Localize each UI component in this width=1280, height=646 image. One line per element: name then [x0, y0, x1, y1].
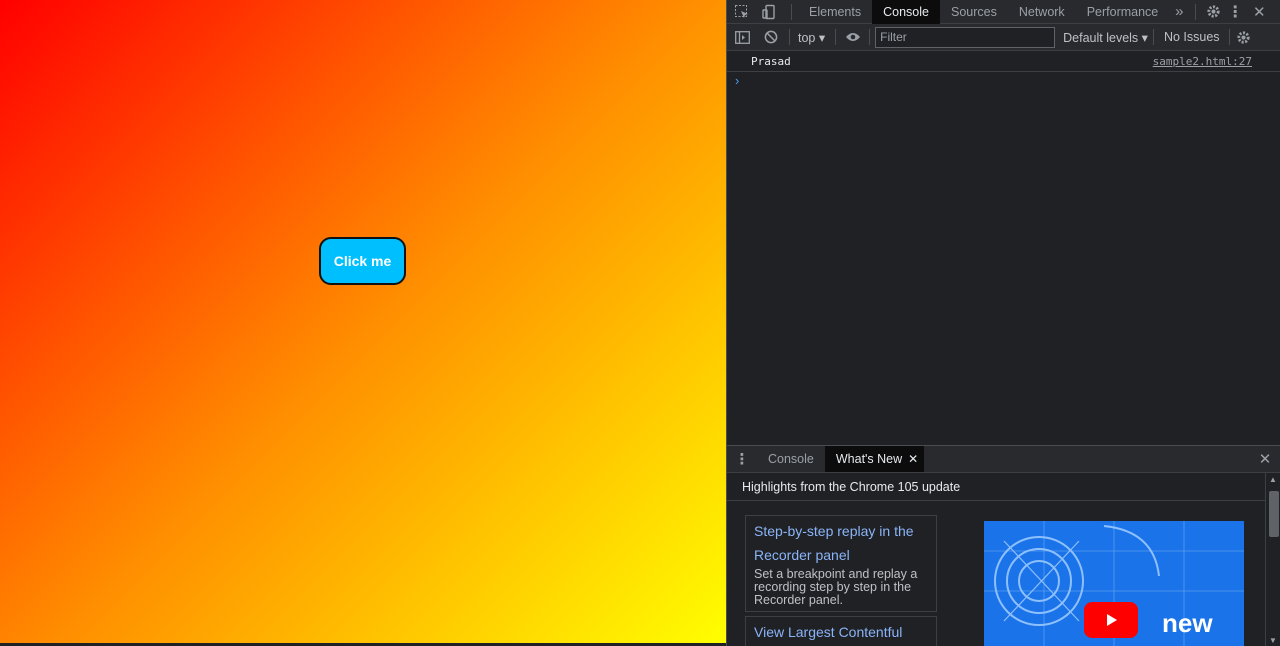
- page-viewport: Click me: [0, 0, 726, 646]
- kebab-menu-icon[interactable]: ⋮: [1224, 0, 1246, 24]
- feature-card[interactable]: View Largest Contentful: [745, 616, 937, 646]
- drawer-tab-bar: ⋮ Console What's New ✕ ✕: [727, 446, 1280, 473]
- filter-input[interactable]: [875, 26, 1056, 48]
- tab-sources[interactable]: Sources: [940, 0, 1008, 24]
- context-selector[interactable]: top ▾: [794, 30, 829, 45]
- scroll-up-arrow-icon[interactable]: ▲: [1269, 475, 1277, 484]
- whats-new-content: Step-by-step replay in the Recorder pane…: [727, 501, 1265, 646]
- close-devtools-icon[interactable]: ✕: [1246, 0, 1272, 24]
- drawer-scrollbar[interactable]: ▲ ▼: [1265, 473, 1280, 646]
- video-new-label: new: [1162, 608, 1213, 638]
- scroll-down-arrow-icon[interactable]: ▼: [1269, 636, 1277, 645]
- inspect-element-icon[interactable]: [727, 0, 757, 24]
- tab-elements[interactable]: Elements: [798, 0, 872, 24]
- click-me-button[interactable]: Click me: [319, 237, 406, 285]
- feature-card[interactable]: Step-by-step replay in the Recorder pane…: [745, 515, 937, 612]
- close-tab-icon[interactable]: ✕: [908, 452, 918, 466]
- device-toggle-icon[interactable]: [757, 0, 781, 24]
- devtools-panel: Elements Console Sources Network Perform…: [726, 0, 1280, 646]
- drawer-menu-icon[interactable]: ⋮: [727, 446, 757, 472]
- more-tabs-icon[interactable]: »: [1169, 0, 1189, 24]
- feature-card-description: Set a breakpoint and replay a recording …: [754, 567, 918, 607]
- feature-card-title[interactable]: Step-by-step replay in the Recorder pane…: [754, 519, 928, 567]
- clear-console-icon[interactable]: [757, 24, 785, 50]
- tab-performance[interactable]: Performance: [1076, 0, 1170, 24]
- toolbar-separator: [791, 3, 792, 20]
- console-log-line: Prasad sample2.html:27: [727, 51, 1280, 72]
- issues-button[interactable]: No Issues: [1159, 30, 1225, 44]
- toolbar-separator: [869, 29, 871, 45]
- youtube-play-icon[interactable]: [1084, 602, 1138, 638]
- log-levels-dropdown[interactable]: Default levels ▾: [1063, 30, 1148, 45]
- console-output[interactable]: Prasad sample2.html:27 ›: [727, 51, 1280, 445]
- tab-console[interactable]: Console: [872, 0, 940, 24]
- video-thumbnail[interactable]: new: [984, 521, 1244, 646]
- console-prompt[interactable]: ›: [735, 73, 739, 88]
- toolbar-separator: [1195, 3, 1197, 20]
- toolbar-separator: [1228, 29, 1230, 45]
- settings-gear-icon[interactable]: [1202, 0, 1224, 24]
- tab-network[interactable]: Network: [1008, 0, 1076, 24]
- close-drawer-icon[interactable]: ✕: [1249, 446, 1280, 472]
- console-toolbar: top ▾ Default levels ▾ No Issues: [727, 24, 1280, 51]
- scrollbar-thumb[interactable]: [1269, 491, 1279, 537]
- live-expression-eye-icon[interactable]: [842, 24, 864, 50]
- console-settings-gear-icon[interactable]: [1234, 24, 1254, 50]
- log-source-link[interactable]: sample2.html:27: [1153, 55, 1252, 68]
- log-message: Prasad: [751, 55, 791, 68]
- devtools-drawer: ⋮ Console What's New ✕ ✕ Highlights from…: [727, 445, 1280, 646]
- drawer-tab-console[interactable]: Console: [757, 446, 825, 472]
- devtools-main-toolbar: Elements Console Sources Network Perform…: [727, 0, 1280, 24]
- toolbar-separator: [835, 29, 837, 45]
- feature-card-title[interactable]: View Largest Contentful: [754, 620, 928, 644]
- toolbar-separator: [789, 29, 790, 45]
- whats-new-header: Highlights from the Chrome 105 update: [727, 473, 1265, 501]
- drawer-tab-whats-new[interactable]: What's New ✕: [824, 446, 925, 472]
- toolbar-separator: [1152, 29, 1154, 45]
- sidebar-toggle-icon[interactable]: [727, 24, 757, 50]
